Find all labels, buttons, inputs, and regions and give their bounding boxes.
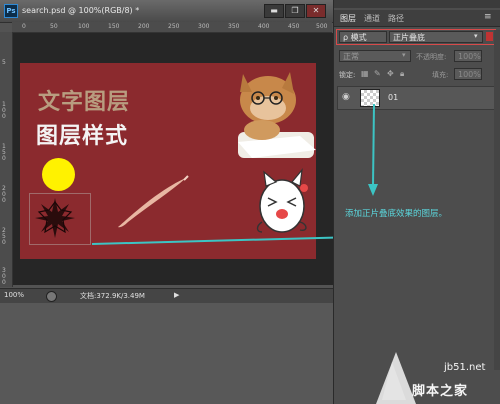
starburst-shape bbox=[35, 198, 75, 238]
panel-header-strip bbox=[334, 0, 500, 8]
tab-paths[interactable]: 路径 bbox=[388, 13, 404, 24]
annotation-arrow bbox=[368, 103, 378, 196]
fill-input[interactable]: 100% bbox=[454, 68, 482, 80]
cat-photo bbox=[238, 72, 316, 158]
tab-layers[interactable]: 图层 bbox=[340, 13, 356, 24]
panel-tabs: 图层 通道 路径 ≡ bbox=[334, 10, 500, 27]
tab-channels[interactable]: 通道 bbox=[364, 13, 380, 24]
lock-label: 锁定: bbox=[339, 71, 356, 79]
lock-position-icon[interactable]: ✥ bbox=[387, 69, 394, 78]
artwork-graphics bbox=[35, 72, 333, 245]
watermark-brand: 脚本之家 bbox=[412, 384, 469, 399]
document-window: Ps search.psd @ 100%(RGB/8) * ▬ ❐ ✕ 0 50… bbox=[0, 0, 333, 404]
blend-filter-select[interactable]: 正片叠底 bbox=[389, 31, 483, 43]
document-size-info: 文档:372.9K/3.49M bbox=[80, 292, 145, 300]
zoom-level[interactable]: 100% bbox=[4, 291, 24, 299]
watermark-url: jb51.net bbox=[444, 362, 486, 373]
blend-mode-select[interactable]: 正常 bbox=[339, 50, 411, 62]
layers-panel: 图层 通道 路径 ≡ ρ 模式 正片叠底 ▾ 正常 ▾ 不透明度: 100% 锁… bbox=[333, 0, 500, 404]
annotation-text: 添加正片叠底效果的图层。 bbox=[345, 209, 448, 219]
opacity-input[interactable]: 100% bbox=[454, 50, 482, 62]
panel-scrollbar[interactable] bbox=[494, 30, 500, 370]
lock-transparency-icon[interactable]: ▦ bbox=[361, 69, 369, 78]
chevron-down-icon: ▾ bbox=[474, 32, 478, 40]
fill-label: 填充: bbox=[432, 71, 449, 79]
opacity-label: 不透明度: bbox=[416, 53, 447, 61]
eye-icon[interactable]: ◉ bbox=[342, 92, 354, 102]
status-info-icon[interactable] bbox=[46, 291, 57, 302]
status-menu-arrow-icon[interactable]: ▶ bbox=[174, 291, 179, 299]
lock-pixels-icon[interactable]: ✎ bbox=[374, 69, 381, 78]
cartoon-cat-sticker bbox=[256, 168, 308, 233]
status-bar: 100% 文档:372.9K/3.49M ▶ bbox=[0, 288, 333, 304]
workspace-background bbox=[0, 303, 333, 404]
filter-kind-select[interactable]: ρ 模式 bbox=[339, 31, 387, 43]
brush-stroke-shape bbox=[118, 178, 186, 228]
filter-toggle-button[interactable] bbox=[486, 32, 493, 41]
watermark-logo bbox=[376, 352, 416, 404]
menu-icon[interactable]: ≡ bbox=[484, 12, 492, 22]
lock-icon[interactable]: 🔒︎ bbox=[400, 69, 404, 79]
chevron-down-icon: ▾ bbox=[402, 51, 406, 59]
